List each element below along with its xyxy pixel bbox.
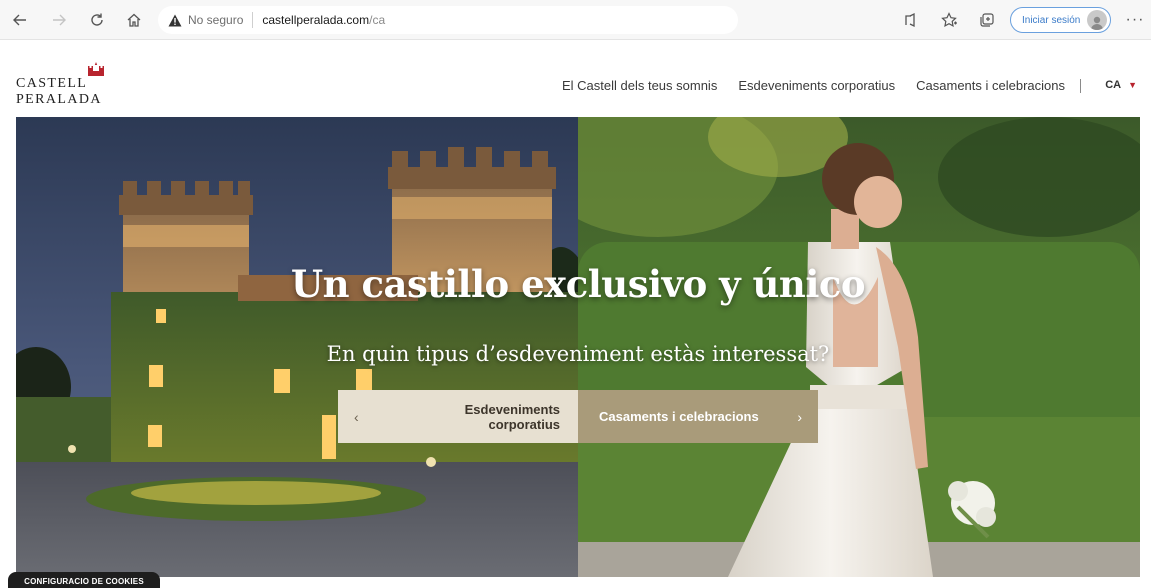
forward-button[interactable] xyxy=(48,9,70,31)
chevron-right-icon: › xyxy=(797,408,802,425)
security-status[interactable]: No seguro xyxy=(188,13,243,27)
more-icon: ··· xyxy=(1125,11,1145,28)
signin-label: Iniciar sesión xyxy=(1022,14,1081,26)
browser-toolbar: No seguro castellperalada.com/ca Iniciar… xyxy=(0,0,1151,40)
hero-title: Un castillo exclusivo y único xyxy=(290,262,866,306)
refresh-icon xyxy=(91,13,103,26)
warning-triangle-icon xyxy=(168,14,182,26)
favorites-button[interactable] xyxy=(938,9,960,31)
nav-divider xyxy=(1080,78,1081,93)
collections-icon xyxy=(980,13,994,27)
weddings-label: Casaments i celebracions xyxy=(599,409,759,424)
cookie-settings-label: CONFIGURACIO DE COOKIES xyxy=(24,576,144,586)
back-button[interactable] xyxy=(9,9,31,31)
arrow-right-icon xyxy=(53,14,66,26)
corporate-events-button[interactable]: ‹ Esdeveniments corporatius xyxy=(338,390,578,443)
read-aloud-button[interactable] xyxy=(900,9,922,31)
nav-link-corporatius[interactable]: Esdeveniments corporatius xyxy=(738,78,895,93)
hero: Un castillo exclusivo y único En quin ti… xyxy=(16,117,1140,577)
collections-button[interactable] xyxy=(976,9,998,31)
hero-subtitle: En quin tipus d’esdeveniment estàs inter… xyxy=(326,342,830,366)
site-header: CASTELL PERALADA El Castell dels teus so… xyxy=(0,40,1151,116)
more-button[interactable]: ··· xyxy=(1124,9,1146,31)
corporate-events-label: Esdeveniments corporatius xyxy=(464,401,560,432)
read-aloud-icon xyxy=(905,12,915,28)
nav-link-casaments[interactable]: Casaments i celebracions xyxy=(916,78,1065,93)
url-path: /ca xyxy=(369,13,386,27)
weddings-button[interactable]: Casaments i celebracions › xyxy=(578,390,818,443)
logo-text: CASTELL PERALADA xyxy=(16,76,102,107)
logo[interactable]: CASTELL PERALADA xyxy=(16,62,176,107)
nav-link-castell[interactable]: El Castell dels teus somnis xyxy=(562,78,717,93)
language-selector[interactable]: CA ▼ xyxy=(1105,79,1137,91)
home-icon xyxy=(127,13,141,27)
arrow-left-icon xyxy=(13,14,26,26)
logo-mark-icon xyxy=(88,62,104,76)
url-host: castellperalada.com xyxy=(262,13,370,27)
address-divider xyxy=(252,12,254,28)
home-button[interactable] xyxy=(123,9,145,31)
avatar xyxy=(1087,10,1107,30)
cookie-settings-button[interactable]: CONFIGURACIO DE COOKIES xyxy=(8,572,160,588)
signin-button[interactable]: Iniciar sesión xyxy=(1010,7,1111,33)
user-icon xyxy=(1091,16,1103,30)
address-bar[interactable]: No seguro castellperalada.com/ca xyxy=(158,6,738,34)
favorites-icon xyxy=(940,12,957,28)
chevron-left-icon: ‹ xyxy=(354,408,359,425)
caret-down-icon: ▼ xyxy=(1128,80,1137,90)
main-nav: El Castell dels teus somnis Esdeveniment… xyxy=(541,78,1081,93)
refresh-button[interactable] xyxy=(86,9,108,31)
language-code: CA xyxy=(1105,79,1122,91)
